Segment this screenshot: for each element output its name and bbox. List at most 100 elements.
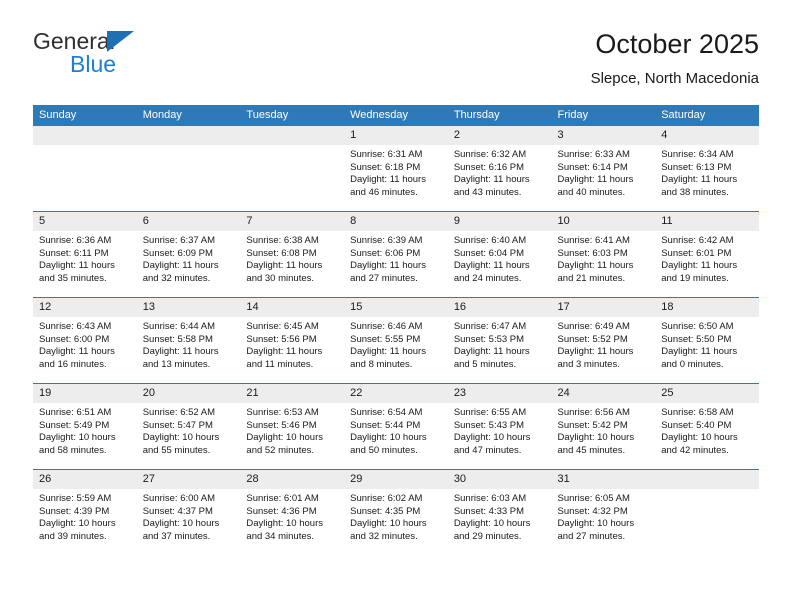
sunset-time: Sunset: 5:42 PM	[557, 419, 628, 431]
calendar-day-cell[interactable]: 13 Sunrise: 6:44 AM Sunset: 5:58 PM Dayligh…	[136, 297, 241, 384]
daylight-duration-line1: Daylight: 10 hours	[557, 432, 635, 444]
sunset-time: Sunset: 5:47 PM	[142, 419, 213, 431]
brand-name-top: General	[33, 28, 293, 54]
weekday-header-friday: Friday	[551, 105, 656, 126]
daylight-duration-line2: and 47 minutes.	[453, 444, 522, 456]
day-details: Sunrise: 6:51 AM Sunset: 5:49 PM Daylight:…	[33, 403, 137, 457]
calendar-day-cell[interactable]: 1 Sunrise: 6:31 AM Sunset: 6:18 PM Daylight…	[344, 126, 448, 212]
daylight-duration-line1: Daylight: 10 hours	[453, 518, 531, 530]
calendar-day-cell[interactable]: 7 Sunrise: 6:38 AM Sunset: 6:08 PM Daylight…	[240, 211, 345, 298]
calendar-day-cell[interactable]: 22 Sunrise: 6:54 AM Sunset: 5:44 PM Dayligh…	[344, 383, 448, 470]
daylight-duration-line1: Daylight: 11 hours	[557, 260, 634, 272]
daylight-duration-line1: Daylight: 11 hours	[350, 260, 426, 272]
daylight-duration-line2: and 42 minutes.	[661, 444, 729, 456]
calendar-day-cell[interactable]: 17 Sunrise: 6:49 AM Sunset: 5:52 PM Dayligh…	[551, 297, 656, 384]
brand-name-bottom: Blue	[70, 51, 117, 77]
calendar-day-cell[interactable]: 20 Sunrise: 6:52 AM Sunset: 5:47 PM Dayligh…	[136, 383, 241, 470]
calendar-week-row: 19 Sunrise: 6:51 AM Sunset: 5:49 PM Dayligh…	[33, 383, 759, 470]
daylight-duration-line1: Daylight: 11 hours	[142, 260, 219, 272]
sunrise-time: Sunrise: 6:51 AM	[39, 407, 112, 418]
sunset-time: Sunset: 4:37 PM	[142, 505, 213, 517]
calendar-day-cell[interactable]: 19 Sunrise: 6:51 AM Sunset: 5:49 PM Dayligh…	[33, 383, 137, 470]
calendar-day-cell[interactable]: 28 Sunrise: 6:01 AM Sunset: 4:36 PM Dayligh…	[240, 469, 345, 555]
day-number	[655, 470, 759, 489]
brand-logo[interactable]: General Blue	[33, 28, 293, 92]
daylight-duration-line1: Daylight: 10 hours	[557, 518, 635, 530]
sunset-time: Sunset: 6:18 PM	[350, 161, 421, 173]
sunset-time: Sunset: 5:46 PM	[246, 419, 317, 431]
calendar-day-cell[interactable]: 6 Sunrise: 6:37 AM Sunset: 6:09 PM Daylight…	[136, 211, 241, 298]
sunset-time: Sunset: 6:16 PM	[453, 161, 525, 173]
sunrise-time: Sunrise: 6:45 AM	[246, 321, 319, 332]
day-number: 8	[344, 212, 448, 231]
calendar-day-cell[interactable]: 16 Sunrise: 6:47 AM Sunset: 5:53 PM Dayligh…	[447, 297, 552, 384]
sunrise-time: Sunrise: 6:02 AM	[350, 493, 423, 504]
calendar-day-cell-empty	[655, 469, 759, 555]
calendar-day-cell[interactable]: 2 Sunrise: 6:32 AM Sunset: 6:16 PM Daylight…	[447, 126, 552, 212]
day-details: Sunrise: 6:37 AM Sunset: 6:09 PM Daylight:…	[137, 231, 241, 285]
sunrise-time: Sunrise: 6:49 AM	[557, 321, 630, 332]
day-details: Sunrise: 6:49 AM Sunset: 5:52 PM Daylight:…	[552, 317, 656, 371]
daylight-duration-line2: and 0 minutes.	[661, 358, 724, 370]
day-details: Sunrise: 6:44 AM Sunset: 5:58 PM Daylight:…	[137, 317, 241, 371]
day-number: 12	[33, 298, 137, 317]
day-number	[33, 126, 137, 145]
day-number	[136, 126, 241, 145]
sunset-time: Sunset: 5:40 PM	[661, 419, 732, 431]
calendar-day-cell[interactable]: 4 Sunrise: 6:34 AM Sunset: 6:13 PM Daylight…	[655, 126, 759, 212]
sunrise-time: Sunrise: 6:05 AM	[557, 493, 630, 504]
sunrise-time: Sunrise: 6:34 AM	[661, 149, 734, 160]
calendar-day-cell[interactable]: 10 Sunrise: 6:41 AM Sunset: 6:03 PM Dayligh…	[551, 211, 656, 298]
day-details: Sunrise: 6:34 AM Sunset: 6:13 PM Daylight:…	[655, 145, 759, 199]
daylight-duration-line2: and 50 minutes.	[350, 444, 418, 456]
daylight-duration-line1: Daylight: 10 hours	[39, 518, 116, 530]
calendar-day-cell[interactable]: 11 Sunrise: 6:42 AM Sunset: 6:01 PM Dayligh…	[655, 211, 759, 298]
daylight-duration-line2: and 24 minutes.	[453, 272, 522, 284]
sunrise-sunset-calendar: Sunday Monday Tuesday Wednesday Thursday…	[33, 105, 759, 555]
day-number: 16	[447, 298, 552, 317]
page-subtitle: Slepce, North Macedonia	[590, 70, 759, 87]
daylight-duration-line1: Daylight: 10 hours	[142, 432, 220, 444]
day-number: 4	[655, 126, 759, 145]
daylight-duration-line1: Daylight: 11 hours	[557, 346, 634, 358]
daylight-duration-line1: Daylight: 10 hours	[661, 432, 738, 444]
title-block: October 2025 Slepce, North Macedonia	[591, 28, 759, 88]
day-details: Sunrise: 6:32 AM Sunset: 6:16 PM Daylight:…	[448, 145, 552, 199]
weekday-header-monday: Monday	[136, 105, 241, 126]
calendar-day-cell[interactable]: 3 Sunrise: 6:33 AM Sunset: 6:14 PM Daylight…	[551, 126, 656, 212]
daylight-duration-line2: and 38 minutes.	[661, 186, 729, 198]
day-number: 15	[344, 298, 448, 317]
calendar-day-cell[interactable]: 31 Sunrise: 6:05 AM Sunset: 4:32 PM Dayligh…	[551, 469, 656, 555]
calendar-day-cell[interactable]: 29 Sunrise: 6:02 AM Sunset: 4:35 PM Dayligh…	[344, 469, 448, 555]
day-number: 25	[655, 384, 759, 403]
day-details: Sunrise: 6:52 AM Sunset: 5:47 PM Daylight:…	[137, 403, 241, 457]
calendar-day-cell[interactable]: 8 Sunrise: 6:39 AM Sunset: 6:06 PM Daylight…	[344, 211, 448, 298]
page-title: October 2025	[595, 29, 759, 59]
day-details: Sunrise: 6:54 AM Sunset: 5:44 PM Daylight:…	[344, 403, 448, 457]
day-details	[655, 489, 759, 493]
sunrise-time: Sunrise: 5:59 AM	[39, 493, 112, 504]
calendar-day-cell[interactable]: 21 Sunrise: 6:53 AM Sunset: 5:46 PM Dayligh…	[240, 383, 345, 470]
calendar-day-cell[interactable]: 15 Sunrise: 6:46 AM Sunset: 5:55 PM Dayligh…	[344, 297, 448, 384]
calendar-day-cell[interactable]: 25 Sunrise: 6:58 AM Sunset: 5:40 PM Dayligh…	[655, 383, 759, 470]
day-number: 3	[551, 126, 656, 145]
calendar-day-cell[interactable]: 14 Sunrise: 6:45 AM Sunset: 5:56 PM Dayligh…	[240, 297, 345, 384]
sunset-time: Sunset: 4:39 PM	[39, 505, 110, 517]
calendar-day-cell[interactable]: 26 Sunrise: 5:59 AM Sunset: 4:39 PM Dayligh…	[33, 469, 137, 555]
sunset-time: Sunset: 5:52 PM	[557, 333, 628, 345]
calendar-day-cell[interactable]: 9 Sunrise: 6:40 AM Sunset: 6:04 PM Daylight…	[447, 211, 552, 298]
calendar-day-cell[interactable]: 24 Sunrise: 6:56 AM Sunset: 5:42 PM Dayligh…	[551, 383, 656, 470]
sunrise-time: Sunrise: 6:03 AM	[453, 493, 527, 504]
calendar-day-cell[interactable]: 30 Sunrise: 6:03 AM Sunset: 4:33 PM Dayligh…	[447, 469, 552, 555]
day-number: 14	[240, 298, 345, 317]
daylight-duration-line2: and 34 minutes.	[246, 530, 315, 542]
calendar-week-row: 5 Sunrise: 6:36 AM Sunset: 6:11 PM Daylight…	[33, 211, 759, 298]
calendar-day-cell[interactable]: 23 Sunrise: 6:55 AM Sunset: 5:43 PM Dayligh…	[447, 383, 552, 470]
calendar-day-cell[interactable]: 18 Sunrise: 6:50 AM Sunset: 5:50 PM Dayligh…	[655, 297, 759, 384]
day-details	[137, 145, 241, 149]
calendar-day-cell[interactable]: 27 Sunrise: 6:00 AM Sunset: 4:37 PM Dayligh…	[136, 469, 241, 555]
sunrise-time: Sunrise: 6:47 AM	[453, 321, 527, 332]
calendar-day-cell[interactable]: 5 Sunrise: 6:36 AM Sunset: 6:11 PM Daylight…	[33, 211, 137, 298]
day-details: Sunrise: 6:43 AM Sunset: 6:00 PM Daylight:…	[33, 317, 137, 371]
calendar-day-cell[interactable]: 12 Sunrise: 6:43 AM Sunset: 6:00 PM Dayligh…	[33, 297, 137, 384]
